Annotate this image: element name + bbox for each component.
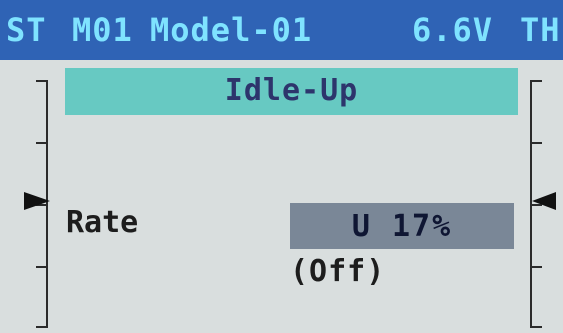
lcd-screen: ST M01 Model-01 6.6V TH Idle-Up Rate U 1… (0, 0, 563, 333)
status-bar: ST M01 Model-01 6.6V TH (0, 0, 563, 60)
gauge-tick (36, 142, 48, 144)
battery-voltage: 6.6V (412, 11, 494, 49)
gauge-tick (36, 326, 48, 328)
model-name: Model-01 (150, 11, 313, 49)
gauge-tick (530, 266, 542, 268)
steering-indicator: ST (6, 11, 47, 49)
trim-pointer-icon (24, 192, 50, 210)
idle-up-status: (Off) (290, 254, 386, 289)
gauge-tick (36, 266, 48, 268)
throttle-trim-gauge (530, 80, 556, 328)
screen-title-bar: Idle-Up (65, 68, 518, 115)
gauge-tick (530, 80, 542, 82)
rate-value: U 17% (351, 209, 453, 244)
rate-label: Rate (66, 205, 139, 240)
page-title: Idle-Up (224, 73, 359, 108)
model-number: M01 (72, 11, 133, 49)
gauge-tick (530, 326, 542, 328)
gauge-tick (36, 80, 48, 82)
steering-trim-gauge (24, 80, 50, 328)
trim-pointer-icon (532, 192, 556, 210)
rate-value-field[interactable]: U 17% (290, 203, 514, 249)
throttle-indicator: TH (520, 11, 561, 49)
gauge-tick (530, 142, 542, 144)
